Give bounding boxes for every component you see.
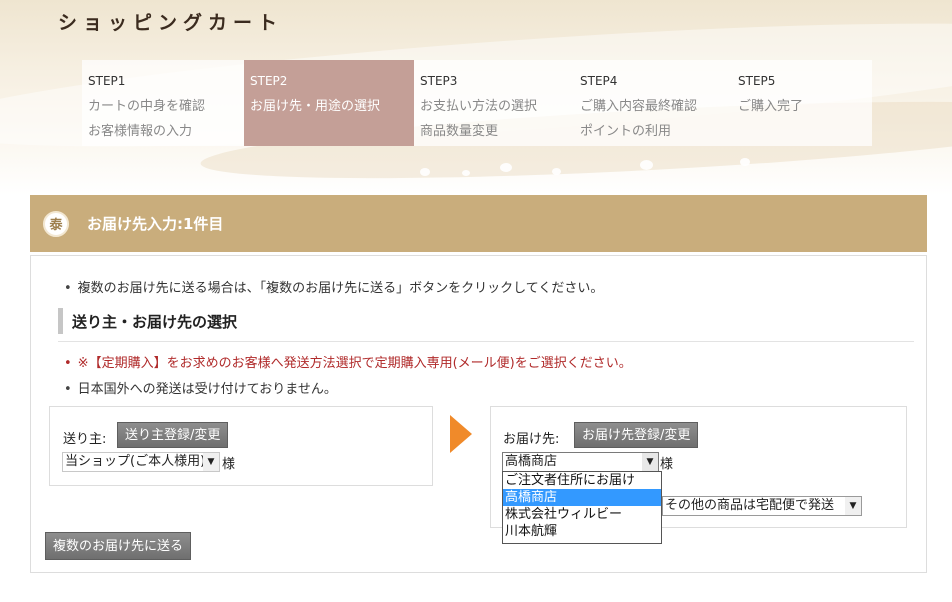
dropdown-option[interactable]: 株式会社ウィルビー <box>503 506 661 523</box>
section-header-bar: 泰 お届け先入力:1件目 <box>30 195 927 252</box>
section-title: お届け先入力:1件目 <box>87 215 224 233</box>
chevron-down-icon: ▼ <box>845 497 861 515</box>
dropdown-option-selected[interactable]: 高橋商店 <box>503 489 661 506</box>
decor-dot <box>640 160 653 170</box>
step-text: ポイントの利用 <box>580 124 672 139</box>
step-number: STEP5 <box>738 74 776 88</box>
recipient-select-value: 高橋商店 <box>505 454 558 469</box>
decor-dot <box>420 168 430 176</box>
step-2-active: STEP2 お届け先・用途の選択 <box>244 60 414 146</box>
note-subscription: ※【定期購入】をお求めのお客様へ発送方法選択で定期購入専用(メール便)をご選択く… <box>64 352 632 371</box>
decor-dot <box>500 163 512 172</box>
sender-select[interactable]: 当ショップ(ご本人様用) ▼ <box>62 452 220 472</box>
step-1: STEP1 カートの中身を確認 お客様情報の入力 <box>82 60 244 146</box>
step-text: カートの中身を確認 <box>88 99 206 114</box>
step-text: お届け先・用途の選択 <box>250 99 381 114</box>
divider <box>58 341 914 342</box>
sub-heading: 送り主・お届け先の選択 <box>72 313 238 331</box>
step-number: STEP4 <box>580 74 618 88</box>
decor-dot <box>740 158 750 166</box>
step-text: お支払い方法の選択 <box>420 99 538 114</box>
recipient-label: お届け先: <box>503 432 560 447</box>
recipient-register-button[interactable]: お届け先登録/変更 <box>574 422 699 448</box>
sender-suffix: 様 <box>222 457 236 472</box>
step-4: STEP4 ご購入内容最終確認 ポイントの利用 <box>574 60 732 146</box>
page-title: ショッピングカート <box>58 12 284 34</box>
dropdown-option[interactable]: 川本航輝 <box>503 523 661 540</box>
shipping-select-value: その他の商品は宅配便で発送 <box>665 498 835 513</box>
chevron-down-icon: ▼ <box>203 453 219 471</box>
decor-dot <box>462 170 470 176</box>
decor-dot <box>552 168 561 175</box>
step-number: STEP2 <box>250 74 288 88</box>
note-multiple-addresses: 複数のお届け先に送る場合は、「複数のお届け先に送る」ボタンをクリックしてください… <box>64 277 604 296</box>
step-text: お客様情報の入力 <box>88 124 193 139</box>
step-text: ご購入内容最終確認 <box>580 99 698 114</box>
step-3: STEP3 お支払い方法の選択 商品数量変更 <box>414 60 574 146</box>
shipping-method-select[interactable]: その他の商品は宅配便で発送 ▼ <box>662 496 862 516</box>
recipient-select[interactable]: 高橋商店 ▼ <box>502 452 659 472</box>
step-progress: STEP1 カートの中身を確認 お客様情報の入力 STEP2 お届け先・用途の選… <box>82 60 872 146</box>
sub-heading-accent <box>58 308 63 334</box>
sender-register-button[interactable]: 送り主登録/変更 <box>117 422 229 448</box>
seal-char: 泰 <box>49 218 63 233</box>
sender-select-value: 当ショップ(ご本人様用) <box>65 454 206 469</box>
dropdown-option[interactable]: ご注文者住所にお届け <box>503 472 661 489</box>
recipient-suffix: 様 <box>660 457 674 472</box>
step-5: STEP5 ご購入完了 <box>732 60 872 146</box>
sender-box <box>49 406 433 486</box>
chevron-down-icon: ▼ <box>642 453 658 471</box>
arrow-right-icon <box>450 415 472 453</box>
multiple-addresses-button[interactable]: 複数のお届け先に送る <box>45 532 192 560</box>
note-overseas: 日本国外への発送は受け付けておりません。 <box>64 378 337 397</box>
step-number: STEP1 <box>88 74 126 88</box>
sender-label: 送り主: <box>63 432 107 447</box>
recipient-dropdown-list[interactable]: ご注文者住所にお届け 高橋商店 株式会社ウィルビー 川本航輝 <box>502 471 662 544</box>
step-number: STEP3 <box>420 74 458 88</box>
seal-icon: 泰 <box>43 210 69 237</box>
step-text: 商品数量変更 <box>420 124 499 139</box>
step-text: ご購入完了 <box>738 99 804 114</box>
